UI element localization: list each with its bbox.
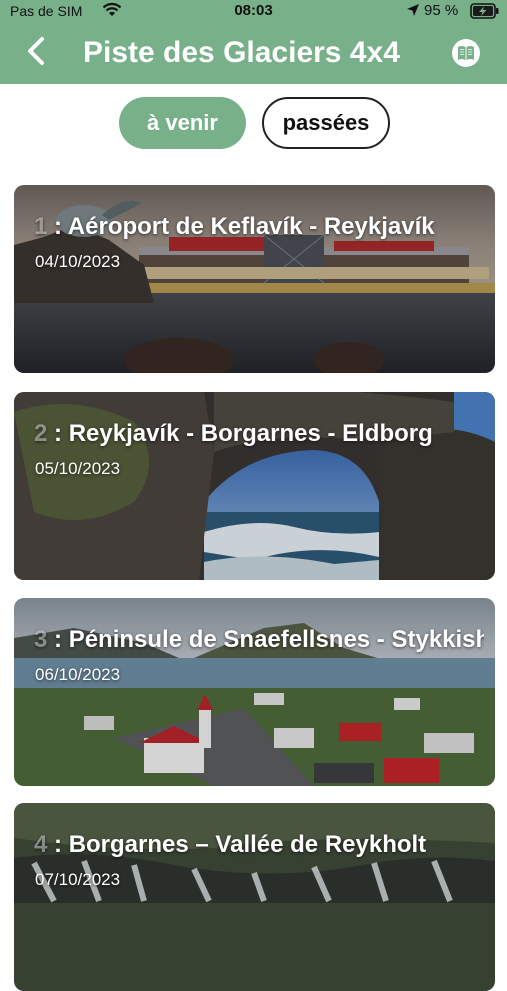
stage-number: 3 [34, 626, 48, 653]
stage-name: : Aéroport de Keflavík - Reykjavík [47, 213, 435, 240]
stage-title: 1 : Aéroport de Keflavík - Reykjavík [34, 209, 484, 245]
stage-number: 2 [34, 420, 48, 447]
page-title: Piste des Glaciers 4x4 [83, 36, 400, 69]
tab-upcoming[interactable]: à venir [119, 97, 246, 149]
stage-title: 3 : Péninsule de Snaefellsnes - Stykkish… [34, 622, 484, 658]
stage-title: 2 : Reykjavík - Borgarnes - Eldborg [34, 416, 484, 452]
stage-date: 05/10/2023 [35, 459, 121, 478]
stage-date: 06/10/2023 [35, 665, 121, 684]
stage-number: 4 [34, 831, 48, 858]
stage-name: : Reykjavík - Borgarnes - Eldborg [47, 420, 433, 447]
stage-card[interactable]: 4 : Borgarnes – Vallée de Reykholt 07/10… [14, 803, 495, 991]
stage-card[interactable]: 2 : Reykjavík - Borgarnes - Eldborg 05/1… [14, 392, 495, 580]
stage-card[interactable]: 1 : Aéroport de Keflavík - Reykjavík 04/… [14, 185, 495, 373]
stage-number: 1 [34, 213, 48, 240]
battery-percentage: 95 % [424, 2, 459, 19]
stage-card[interactable]: 3 : Péninsule de Snaefellsnes - Stykkish… [14, 598, 495, 786]
stage-name: : Péninsule de Snaefellsnes - Stykkishól… [54, 626, 484, 653]
battery-charging-icon [470, 3, 499, 19]
chevron-left-icon[interactable] [22, 34, 52, 68]
tab-past[interactable]: passées [262, 97, 390, 149]
stage-title: 4 : Borgarnes – Vallée de Reykholt [34, 827, 484, 863]
status-bar: Pas de SIM 08:03 95 % [0, 0, 507, 22]
stage-date: 04/10/2023 [35, 252, 121, 271]
book-icon[interactable] [451, 38, 481, 68]
stage-name: : Borgarnes – Vallée de Reykholt [47, 831, 427, 858]
top-bar: Pas de SIM 08:03 95 % Piste des Glaciers… [0, 0, 507, 84]
stage-date: 07/10/2023 [35, 870, 121, 889]
location-arrow-icon [407, 4, 419, 16]
